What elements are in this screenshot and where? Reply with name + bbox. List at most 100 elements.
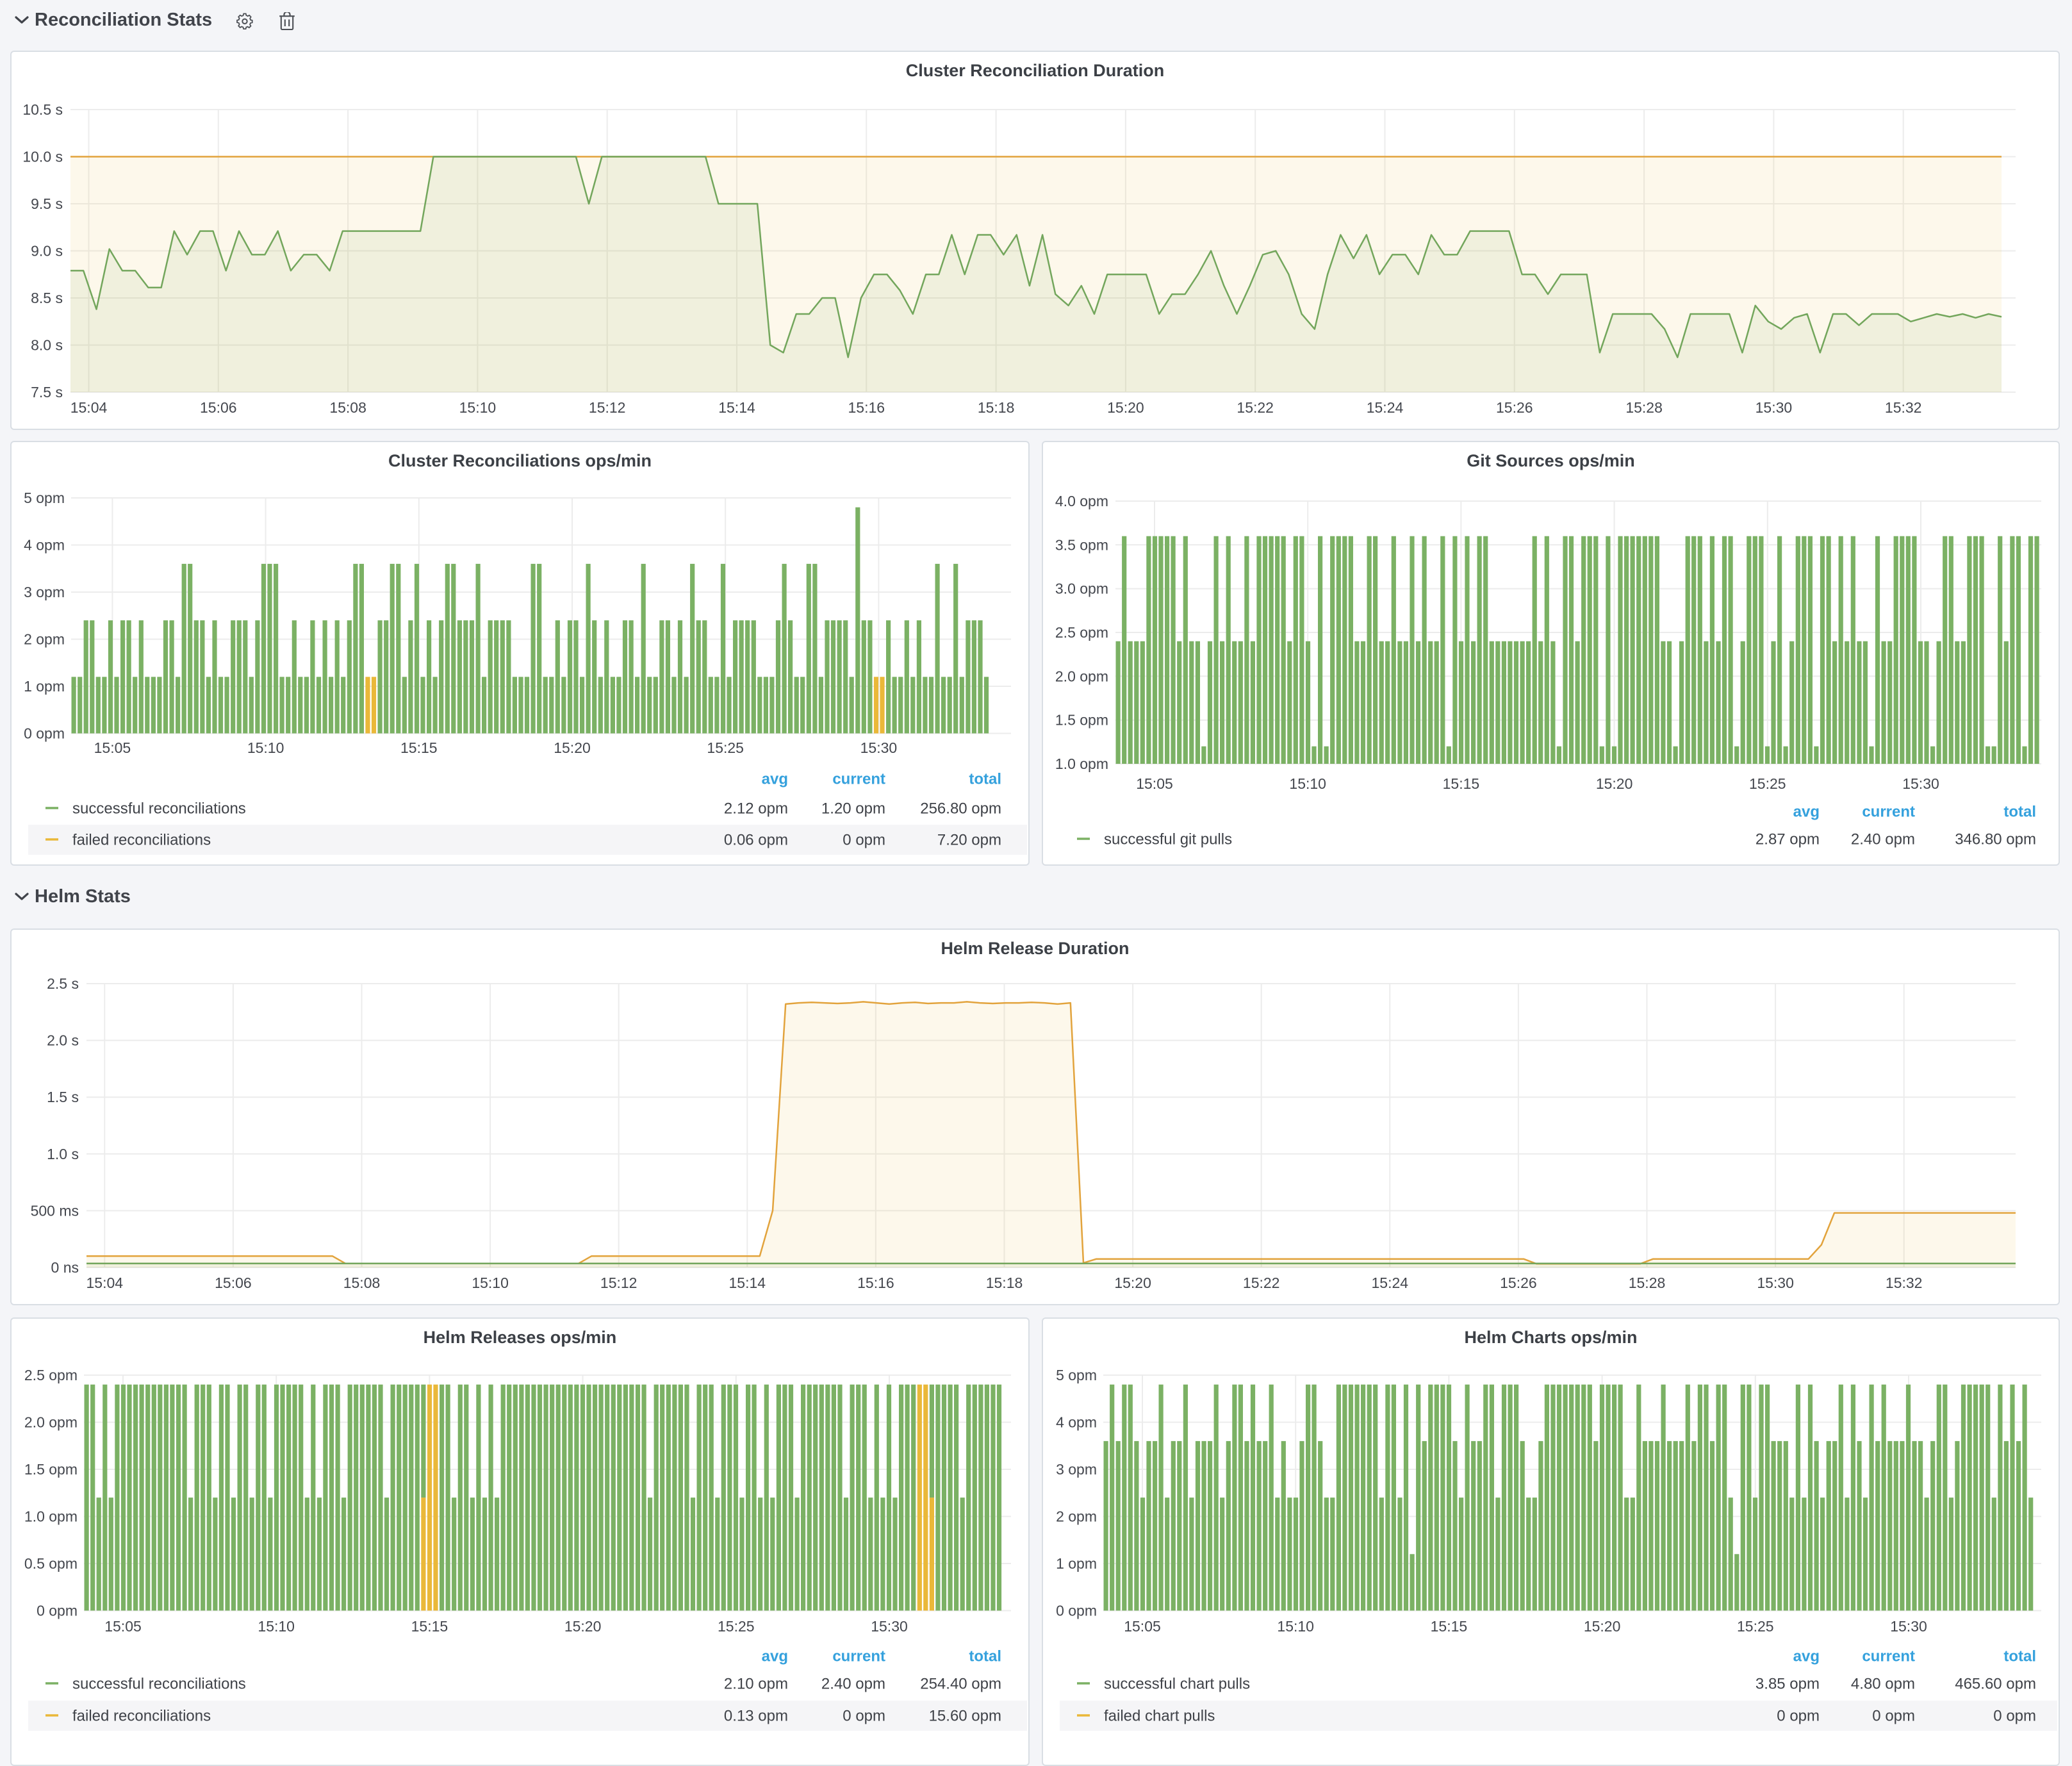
svg-text:4 opm: 4 opm [24, 537, 65, 554]
svg-text:15:14: 15:14 [718, 399, 755, 416]
svg-text:15:05: 15:05 [94, 739, 131, 756]
svg-text:15:30: 15:30 [1755, 399, 1793, 416]
svg-text:346.80 opm: 346.80 opm [1955, 830, 2036, 848]
svg-text:4 opm: 4 opm [1056, 1414, 1097, 1431]
svg-text:15:16: 15:16 [857, 1275, 894, 1291]
svg-text:15:30: 15:30 [860, 739, 898, 756]
svg-text:500 ms: 500 ms [31, 1203, 79, 1219]
svg-text:15:26: 15:26 [1500, 1275, 1537, 1291]
svg-text:4.80 opm: 4.80 opm [1851, 1675, 1915, 1692]
svg-text:7.5 s: 7.5 s [31, 384, 63, 400]
svg-text:failed chart pulls: failed chart pulls [1104, 1707, 1215, 1724]
svg-text:current: current [1862, 803, 1915, 820]
svg-text:15:25: 15:25 [707, 739, 744, 756]
svg-text:total: total [2003, 1647, 2036, 1665]
svg-text:successful chart pulls: successful chart pulls [1104, 1675, 1250, 1692]
svg-text:15:05: 15:05 [1136, 775, 1173, 792]
svg-text:0 opm: 0 opm [1056, 1603, 1097, 1619]
svg-text:15:18: 15:18 [986, 1275, 1023, 1291]
svg-text:15:12: 15:12 [589, 399, 626, 416]
svg-text:8.5 s: 8.5 s [31, 290, 63, 306]
svg-text:15:05: 15:05 [1124, 1618, 1161, 1635]
svg-text:2.5 opm: 2.5 opm [1055, 624, 1108, 641]
svg-text:15:20: 15:20 [564, 1618, 602, 1635]
svg-text:15:30: 15:30 [1902, 775, 1939, 792]
svg-text:15:28: 15:28 [1629, 1275, 1666, 1291]
svg-text:2.87 opm: 2.87 opm [1755, 830, 1820, 848]
svg-text:15:10: 15:10 [459, 399, 497, 416]
svg-text:0.5 opm: 0.5 opm [24, 1555, 78, 1572]
svg-text:15:08: 15:08 [343, 1275, 381, 1291]
svg-text:2.5 opm: 2.5 opm [24, 1367, 78, 1383]
svg-text:15:10: 15:10 [1277, 1618, 1314, 1635]
svg-text:0 opm: 0 opm [24, 725, 65, 742]
svg-text:2.40 opm: 2.40 opm [821, 1675, 885, 1692]
svg-text:1.20 opm: 1.20 opm [821, 800, 885, 817]
svg-text:successful reconciliations: successful reconciliations [72, 1675, 246, 1692]
svg-text:Helm Release Duration: Helm Release Duration [941, 939, 1129, 958]
svg-text:0 opm: 0 opm [1777, 1707, 1820, 1724]
svg-text:15:14: 15:14 [729, 1275, 766, 1291]
svg-text:15:25: 15:25 [1749, 775, 1786, 792]
svg-text:4.0 opm: 4.0 opm [1055, 493, 1108, 509]
svg-text:2.10 opm: 2.10 opm [724, 1675, 788, 1692]
svg-text:15:32: 15:32 [1886, 1275, 1923, 1291]
svg-text:15:25: 15:25 [718, 1618, 755, 1635]
svg-text:15:05: 15:05 [104, 1618, 142, 1635]
svg-text:0.06 opm: 0.06 opm [724, 831, 788, 848]
svg-text:2.0 opm: 2.0 opm [1055, 668, 1108, 684]
svg-text:15:26: 15:26 [1496, 399, 1533, 416]
svg-text:2.0 opm: 2.0 opm [24, 1414, 78, 1431]
svg-text:1.0 s: 1.0 s [47, 1146, 79, 1162]
svg-text:9.0 s: 9.0 s [31, 243, 63, 260]
svg-text:3 opm: 3 opm [1056, 1461, 1097, 1478]
svg-text:15:20: 15:20 [1584, 1618, 1621, 1635]
svg-text:failed reconciliations: failed reconciliations [72, 831, 211, 848]
svg-text:15:30: 15:30 [871, 1618, 908, 1635]
svg-text:successful reconciliations: successful reconciliations [72, 800, 246, 817]
svg-text:current: current [1862, 1647, 1915, 1665]
svg-text:15:24: 15:24 [1367, 399, 1404, 416]
svg-text:5 opm: 5 opm [24, 490, 65, 506]
svg-text:1.0 opm: 1.0 opm [1055, 755, 1108, 772]
svg-text:successful git pulls: successful git pulls [1104, 830, 1232, 848]
svg-text:7.20 opm: 7.20 opm [937, 831, 1001, 848]
svg-text:15:22: 15:22 [1243, 1275, 1280, 1291]
svg-text:total: total [969, 1647, 1001, 1665]
svg-text:15:04: 15:04 [86, 1275, 124, 1291]
svg-text:15:10: 15:10 [247, 739, 284, 756]
svg-text:avg: avg [1793, 1647, 1820, 1665]
svg-text:Cluster Reconciliations ops/mi: Cluster Reconciliations ops/min [388, 451, 652, 470]
svg-text:total: total [969, 770, 1001, 788]
svg-text:15:28: 15:28 [1625, 399, 1663, 416]
svg-text:15:20: 15:20 [554, 739, 591, 756]
svg-text:failed reconciliations: failed reconciliations [72, 1707, 211, 1724]
svg-text:total: total [2003, 803, 2036, 820]
svg-text:avg: avg [1793, 803, 1820, 820]
svg-text:9.5 s: 9.5 s [31, 195, 63, 212]
svg-text:0 opm: 0 opm [843, 1707, 885, 1724]
svg-text:2.5 s: 2.5 s [47, 975, 79, 992]
svg-text:15:30: 15:30 [1757, 1275, 1794, 1291]
svg-text:2 opm: 2 opm [24, 631, 65, 648]
svg-text:15:04: 15:04 [70, 399, 108, 416]
svg-text:0.13 opm: 0.13 opm [724, 1707, 788, 1724]
svg-text:3.0 opm: 3.0 opm [1055, 581, 1108, 597]
svg-text:15:25: 15:25 [1737, 1618, 1774, 1635]
svg-text:Git Sources ops/min: Git Sources ops/min [1467, 451, 1635, 470]
svg-text:15:08: 15:08 [329, 399, 366, 416]
svg-text:15:06: 15:06 [200, 399, 237, 416]
svg-text:15:20: 15:20 [1107, 399, 1144, 416]
svg-text:avg: avg [762, 770, 788, 788]
svg-text:0 opm: 0 opm [1872, 1707, 1915, 1724]
svg-text:15:12: 15:12 [600, 1275, 637, 1291]
svg-text:current: current [832, 1647, 885, 1665]
svg-text:10.5 s: 10.5 s [22, 101, 63, 118]
svg-text:254.40 opm: 254.40 opm [920, 1675, 1001, 1692]
svg-text:Cluster Reconciliation Duratio: Cluster Reconciliation Duration [906, 61, 1165, 80]
svg-text:10.0 s: 10.0 s [22, 149, 63, 165]
svg-text:0 ns: 0 ns [51, 1259, 79, 1276]
svg-text:15:24: 15:24 [1372, 1275, 1409, 1291]
svg-text:465.60 opm: 465.60 opm [1955, 1675, 2036, 1692]
svg-text:8.0 s: 8.0 s [31, 337, 63, 354]
